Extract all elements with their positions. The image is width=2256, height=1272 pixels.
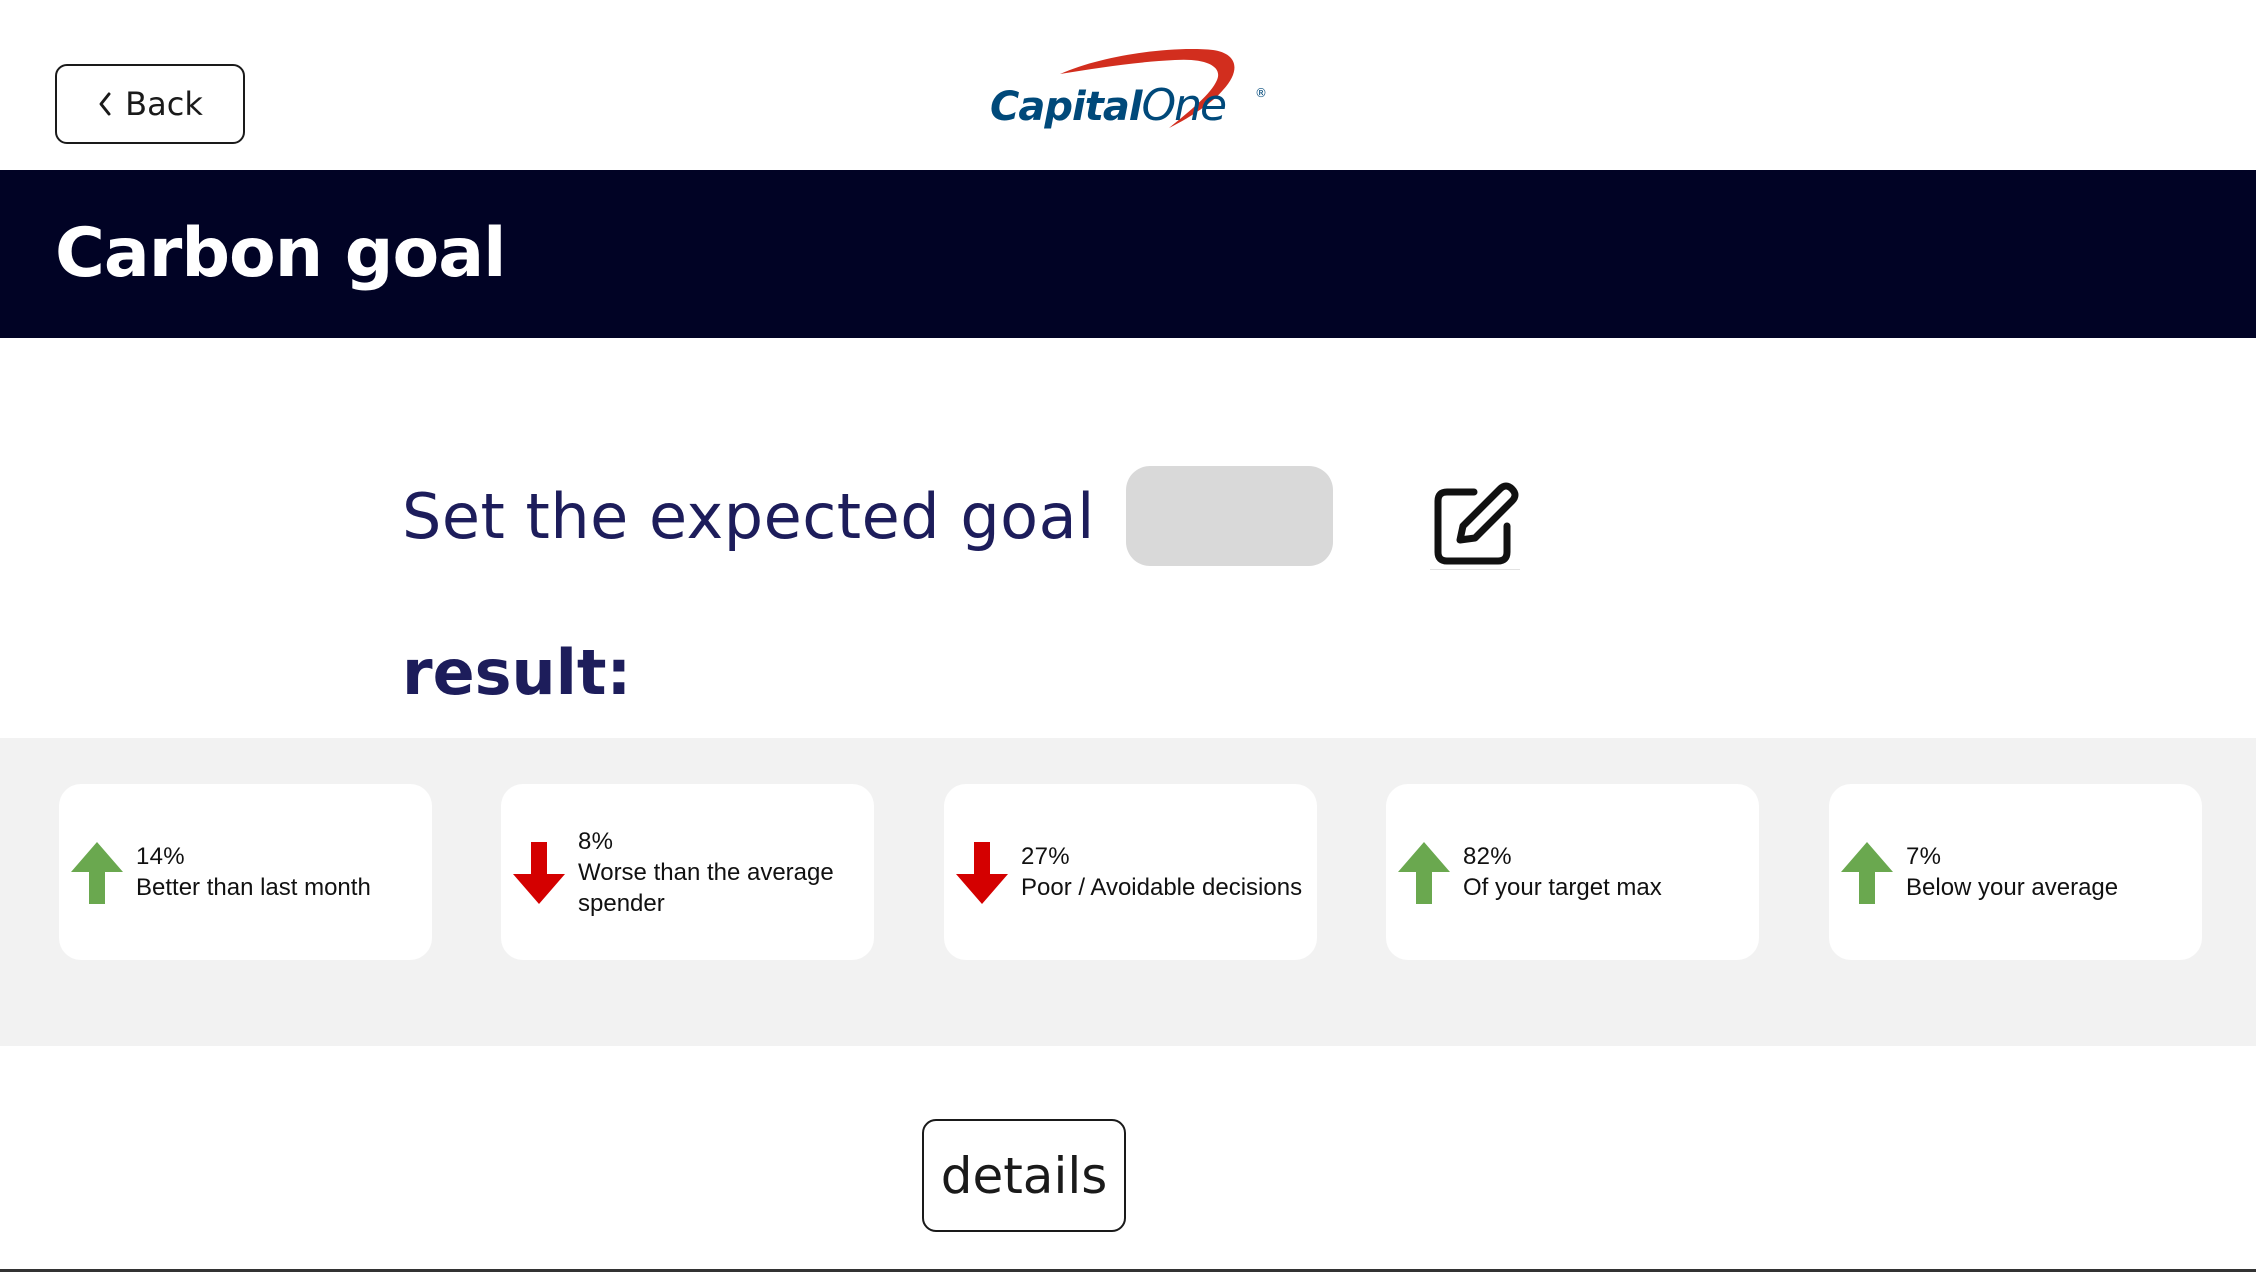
page-title: Carbon goal bbox=[55, 214, 506, 293]
stat-description: Of your target max bbox=[1463, 874, 1662, 901]
stat-description: Better than last month bbox=[136, 874, 371, 901]
carbon-goal-screen: Back CapitalOne ® Carbon goal Set the ex… bbox=[0, 0, 2256, 1272]
stat-description: Poor / Avoidable decisions bbox=[1021, 874, 1303, 901]
arrow-down-icon bbox=[954, 840, 1010, 906]
details-button[interactable]: details bbox=[922, 1119, 1126, 1232]
stats-panel: 14% Better than last month 8% Worse than… bbox=[0, 738, 2256, 1046]
arrow-up-icon bbox=[1839, 840, 1895, 906]
stat-value: 14% bbox=[136, 843, 185, 870]
stat-text: 8% Worse than the average spender bbox=[578, 784, 866, 960]
back-label: Back bbox=[125, 85, 203, 123]
edit-icon bbox=[1430, 476, 1520, 570]
stat-card: 14% Better than last month bbox=[59, 784, 432, 960]
registered-mark: ® bbox=[1255, 86, 1267, 100]
stat-text: 82% Of your target max bbox=[1463, 784, 1751, 960]
logo-wordmark: CapitalOne bbox=[990, 80, 1227, 131]
stat-card: 27% Poor / Avoidable decisions bbox=[944, 784, 1317, 960]
arrow-down-icon bbox=[511, 840, 567, 906]
stat-card: 8% Worse than the average spender bbox=[501, 784, 874, 960]
arrow-up-icon bbox=[1396, 840, 1452, 906]
stat-card: 7% Below your average bbox=[1829, 784, 2202, 960]
stat-value: 82% bbox=[1463, 843, 1512, 870]
arrow-up-icon bbox=[69, 840, 125, 906]
edit-goal-button[interactable] bbox=[1430, 476, 1520, 570]
stat-text: 7% Below your average bbox=[1906, 784, 2194, 960]
result-label: result: bbox=[402, 636, 632, 709]
stat-value: 8% bbox=[578, 827, 614, 855]
title-band: Carbon goal bbox=[0, 170, 2256, 338]
stat-value: 7% bbox=[1906, 843, 1942, 870]
goal-input[interactable] bbox=[1126, 466, 1333, 566]
chevron-left-icon bbox=[97, 91, 113, 117]
stat-text: 14% Better than last month bbox=[136, 784, 424, 960]
goal-label: Set the expected goal bbox=[402, 480, 1095, 553]
back-button[interactable]: Back bbox=[55, 64, 245, 144]
stat-description: Worse than the average spender bbox=[578, 858, 834, 917]
stat-text: 27% Poor / Avoidable decisions bbox=[1021, 784, 1309, 960]
stat-card: 82% Of your target max bbox=[1386, 784, 1759, 960]
stat-value: 27% bbox=[1021, 843, 1070, 870]
capital-one-logo: CapitalOne ® bbox=[985, 44, 1275, 148]
stat-description: Below your average bbox=[1906, 874, 2119, 901]
